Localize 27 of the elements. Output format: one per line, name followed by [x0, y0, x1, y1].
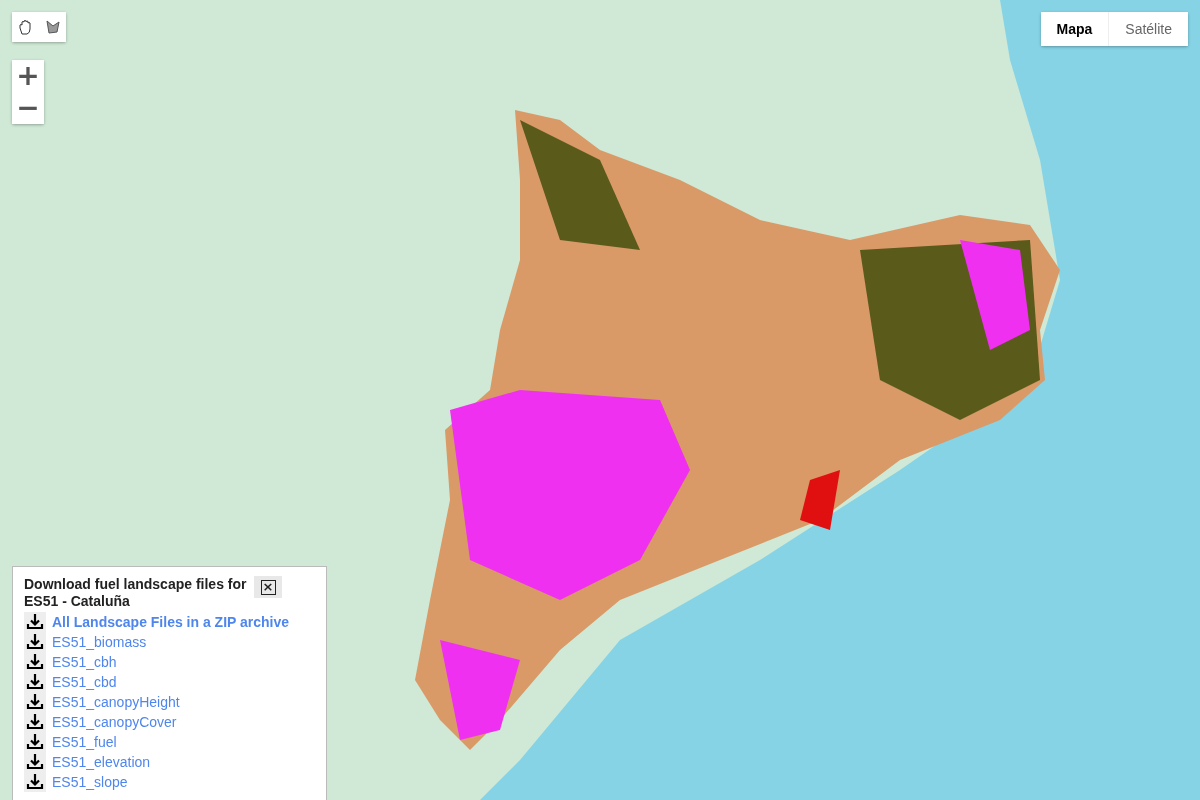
zip-download-link[interactable]: All Landscape Files in a ZIP archive [52, 614, 290, 630]
download-icon[interactable] [24, 632, 46, 652]
zoom-in-button[interactable]: + [12, 60, 44, 92]
download-icon[interactable] [24, 772, 46, 792]
file-download-link[interactable]: ES51_canopyCover [52, 714, 177, 730]
close-button[interactable]: × [254, 576, 282, 598]
download-icon[interactable] [24, 712, 46, 732]
map-type-button[interactable]: Mapa [1040, 12, 1109, 46]
file-download-link[interactable]: ES51_slope [52, 774, 128, 790]
file-download-link[interactable]: ES51_fuel [52, 734, 117, 750]
file-download-link[interactable]: ES51_canopyHeight [52, 694, 180, 710]
download-icon[interactable] [24, 652, 46, 672]
shape-tool-button[interactable] [39, 12, 66, 42]
download-icon[interactable] [24, 752, 46, 772]
panel-title: Download fuel landscape files for ES51 - Cataluña [24, 576, 248, 610]
zoom-out-button[interactable]: − [12, 92, 44, 124]
hand-tool-button[interactable] [12, 12, 39, 42]
file-download-link[interactable]: ES51_cbd [52, 674, 117, 690]
download-icon[interactable] [24, 732, 46, 752]
file-download-link[interactable]: ES51_elevation [52, 754, 151, 770]
file-download-link[interactable]: ES51_biomass [52, 634, 147, 650]
polygon-icon [43, 18, 62, 36]
file-download-link[interactable]: ES51_cbh [52, 654, 117, 670]
map-type-button[interactable]: Satélite [1108, 12, 1188, 46]
download-icon[interactable] [24, 692, 46, 712]
download-icon[interactable] [24, 672, 46, 692]
download-icon[interactable] [24, 612, 46, 632]
